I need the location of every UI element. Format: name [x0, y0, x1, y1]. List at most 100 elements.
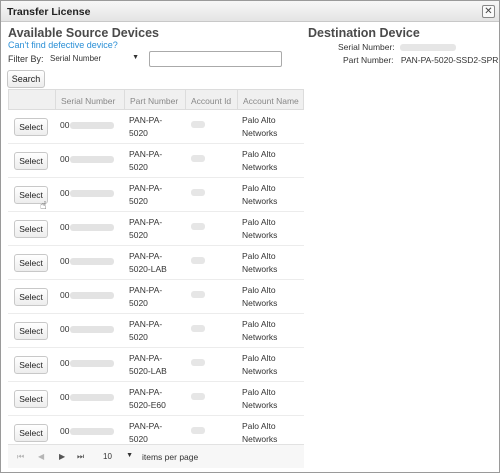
column-serial-number[interactable]: Serial Number [61, 96, 115, 106]
account-name-cell: Palo Alto Networks [242, 387, 278, 410]
column-divider [237, 90, 238, 109]
dialog-title: Transfer License [7, 6, 91, 18]
filter-by-label: Filter By: [8, 54, 44, 64]
cant-find-device-link[interactable]: Can't find defective device? [8, 40, 118, 50]
serial-prefix: 00 [60, 256, 70, 266]
serial-number-cell: 00 [60, 222, 115, 232]
serial-redacted [70, 190, 115, 198]
select-button[interactable]: Select [14, 288, 48, 306]
table-row: Select 00 PAN-PA-5020 Palo Alto Networks [8, 144, 304, 178]
select-button[interactable]: Select [14, 424, 48, 442]
transfer-license-dialog: Transfer License ✕ Available Source Devi… [0, 0, 500, 473]
select-button[interactable]: Select [14, 220, 48, 238]
part-number-cell: PAN-PA-5020 [129, 319, 163, 342]
serial-redacted [70, 394, 115, 402]
account-id-redacted [191, 189, 205, 196]
destination-part-row: Part Number: PAN-PA-5020-SSD2-SPR [343, 55, 498, 65]
serial-number-cell: 00 [60, 324, 115, 334]
account-id-redacted [191, 155, 205, 162]
table-row: Select 00 PAN-PA-5020-E60 Palo Alto Network… [8, 382, 304, 416]
account-id-redacted [191, 121, 205, 128]
next-page-icon[interactable]: ▶ [59, 452, 65, 461]
filter-text-input[interactable] [149, 51, 282, 67]
account-name-cell: Palo Alto Networks [242, 217, 278, 240]
select-button[interactable]: Select [14, 118, 48, 136]
part-number-cell: PAN-PA-5020 [129, 183, 163, 206]
serial-redacted [70, 428, 115, 436]
serial-redacted [70, 122, 115, 130]
serial-number-cell: 00 [60, 426, 115, 436]
column-part-number[interactable]: Part Number [130, 96, 178, 106]
first-page-icon[interactable]: ⏮ [17, 452, 24, 462]
dialog-titlebar: Transfer License ✕ [1, 1, 499, 22]
serial-number-cell: 00 [60, 120, 115, 130]
account-name-cell: Palo Alto Networks [242, 251, 278, 274]
account-id-redacted [191, 325, 205, 332]
close-icon[interactable]: ✕ [482, 5, 495, 18]
select-button[interactable]: Select [14, 390, 48, 408]
account-name-cell: Palo Alto Networks [242, 319, 278, 342]
serial-prefix: 00 [60, 324, 70, 334]
select-button[interactable]: Select [14, 254, 48, 272]
part-number-cell: PAN-PA-5020 [129, 285, 163, 308]
account-name-cell: Palo Alto Networks [242, 183, 278, 206]
account-id-redacted [191, 427, 205, 434]
destination-serial-redacted [400, 44, 457, 52]
account-id-redacted [191, 223, 205, 230]
column-divider [55, 90, 56, 109]
destination-device-heading: Destination Device [308, 26, 420, 40]
table-row: Select 00 PAN-PA-5020 Palo Alto Networks [8, 212, 304, 246]
account-name-cell: Palo Alto Networks [242, 115, 278, 138]
destination-serial-row: Serial Number: [338, 42, 457, 52]
account-name-cell: Palo Alto Networks [242, 421, 278, 444]
select-button[interactable]: Select [14, 356, 48, 374]
search-button[interactable]: Search [7, 70, 45, 88]
account-id-redacted [191, 393, 205, 400]
page-size-select[interactable]: 10 ▼ [97, 450, 137, 464]
column-divider [124, 90, 125, 109]
table-row: Select 00 PAN-PA-5020 Palo Alto Networks [8, 110, 304, 144]
last-page-icon[interactable]: ⏭ [77, 452, 84, 462]
part-number-cell: PAN-PA-5020 [129, 149, 163, 172]
filter-by-select[interactable]: Serial Number ▼ [45, 51, 145, 67]
serial-prefix: 00 [60, 358, 70, 368]
account-name-cell: Palo Alto Networks [242, 285, 278, 308]
serial-redacted [70, 258, 115, 266]
destination-serial-label: Serial Number: [338, 42, 395, 52]
dropdown-caret-icon: ▼ [132, 54, 139, 61]
account-name-cell: Palo Alto Networks [242, 353, 278, 376]
serial-redacted [70, 292, 115, 300]
serial-number-cell: 00 [60, 290, 115, 300]
account-id-redacted [191, 291, 205, 298]
table-row: Select 00 PAN-PA-5020 Palo Alto Networks [8, 178, 304, 212]
serial-number-cell: 00 [60, 154, 115, 164]
column-account-id[interactable]: Account Id [191, 96, 231, 106]
hand-pointer-cursor-icon: ☝ [40, 200, 47, 212]
serial-redacted [70, 224, 115, 232]
serial-number-cell: 00 [60, 188, 115, 198]
column-account-name[interactable]: Account Name [243, 96, 299, 106]
part-number-cell: PAN-PA-5020 [129, 421, 163, 444]
select-button[interactable]: Select [14, 322, 48, 340]
part-number-cell: PAN-PA-5020 [129, 115, 163, 138]
column-divider [185, 90, 186, 109]
filter-by-select-value: Serial Number [50, 54, 102, 63]
account-id-redacted [191, 257, 205, 264]
pager: ⏮ ◀ ▶ ⏭ 10 ▼ items per page [8, 444, 304, 468]
table-row: Select 00 PAN-PA-5020 Palo Alto Networks [8, 314, 304, 348]
serial-prefix: 00 [60, 188, 70, 198]
serial-redacted [70, 360, 115, 368]
destination-part-value: PAN-PA-5020-SSD2-SPR [400, 55, 499, 65]
prev-page-icon[interactable]: ◀ [38, 452, 44, 461]
serial-prefix: 00 [60, 392, 70, 402]
part-number-cell: PAN-PA-5020-LAB [129, 353, 167, 376]
select-button[interactable]: Select [14, 152, 48, 170]
serial-prefix: 00 [60, 120, 70, 130]
serial-redacted [70, 156, 115, 164]
destination-part-label: Part Number: [343, 55, 394, 65]
part-number-cell: PAN-PA-5020 [129, 217, 163, 240]
serial-number-cell: 00 [60, 392, 115, 402]
items-per-page-label: items per page [142, 452, 199, 462]
serial-prefix: 00 [60, 290, 70, 300]
grid-header: Serial Number Part Number Account Id Acc… [8, 89, 304, 110]
